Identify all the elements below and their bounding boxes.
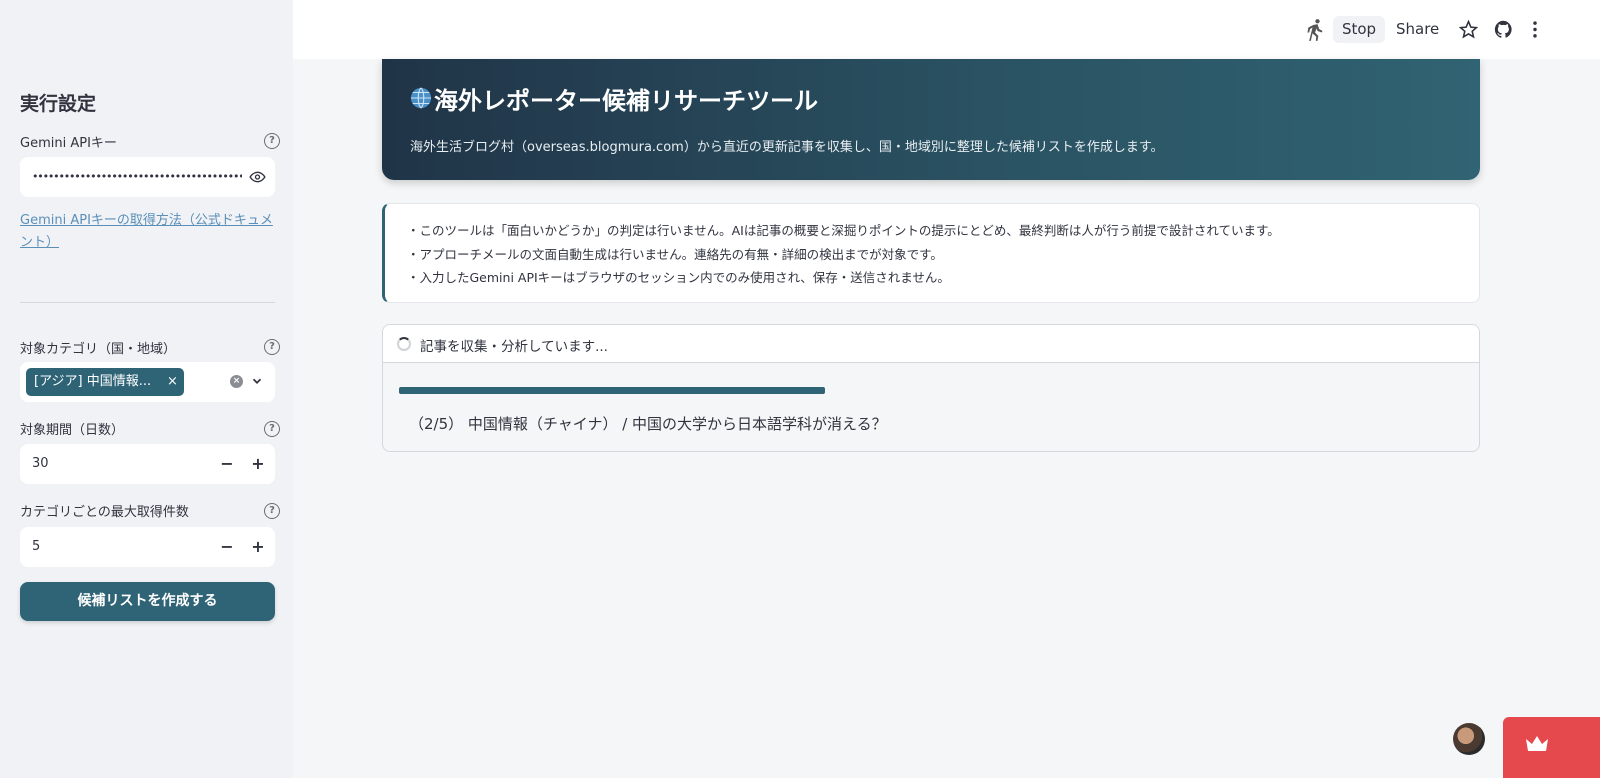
category-multiselect[interactable]: [アジア] 中国情報... × × bbox=[20, 362, 275, 402]
spinner-icon bbox=[397, 337, 411, 351]
period-increment-button[interactable]: + bbox=[248, 453, 268, 475]
help-icon[interactable]: ? bbox=[264, 503, 280, 519]
top-toolbar: Stop Share bbox=[293, 0, 1600, 59]
notice-line: ・アプローチメールの文面自動生成は行いません。連絡先の有無・詳細の検出までが対象… bbox=[407, 247, 943, 262]
period-value[interactable]: 30 bbox=[32, 456, 49, 471]
api-key-value: ••••••••••••••••••••••••••••••••••••••••… bbox=[32, 170, 242, 183]
status-header[interactable]: 記事を収集・分析しています... bbox=[383, 325, 1479, 363]
period-number-input[interactable]: 30 − + bbox=[20, 444, 275, 484]
max-items-value[interactable]: 5 bbox=[32, 539, 40, 554]
help-icon[interactable]: ? bbox=[264, 133, 280, 149]
chip-remove-icon[interactable]: × bbox=[167, 368, 178, 396]
api-key-label: Gemini APIキー bbox=[20, 136, 117, 151]
progress-bar bbox=[399, 387, 1463, 394]
status-label: 記事を収集・分析しています... bbox=[420, 339, 608, 355]
category-chip-label: [アジア] 中国情報... bbox=[34, 374, 152, 389]
api-key-input[interactable]: ••••••••••••••••••••••••••••••••••••••••… bbox=[20, 157, 275, 197]
github-icon[interactable] bbox=[1494, 20, 1513, 39]
more-vertical-icon[interactable] bbox=[1531, 20, 1539, 39]
period-label: 対象期間（日数） bbox=[20, 423, 125, 438]
avatar[interactable] bbox=[1453, 723, 1485, 755]
max-items-increment-button[interactable]: + bbox=[248, 536, 268, 558]
hero-banner: 海外レポーター候補リサーチツール 海外生活ブログ村（overseas.blogm… bbox=[382, 59, 1480, 180]
notice-box: ・このツールは「面白いかどうか」の判定は行いません。AIは記事の概要と深掘りポイ… bbox=[382, 203, 1480, 303]
max-items-label: カテゴリごとの最大取得件数 bbox=[20, 505, 189, 520]
category-label: 対象カテゴリ（国・地域） bbox=[20, 342, 177, 357]
chevron-down-icon[interactable] bbox=[250, 374, 264, 388]
max-items-number-input[interactable]: 5 − + bbox=[20, 527, 275, 567]
crown-icon bbox=[1526, 736, 1548, 751]
streamlit-badge-button[interactable] bbox=[1503, 717, 1600, 778]
globe-icon bbox=[410, 87, 432, 109]
share-button[interactable]: Share bbox=[1396, 16, 1439, 43]
sidebar-title: 実行設定 bbox=[20, 93, 97, 115]
page-subtitle: 海外生活ブログ村（overseas.blogmura.com）から直近の更新記事… bbox=[410, 140, 1164, 155]
status-panel: 記事を収集・分析しています... （2/5） 中国情報（チャイナ） / 中国の大… bbox=[382, 324, 1480, 452]
clear-icon[interactable]: × bbox=[230, 375, 243, 388]
create-list-button[interactable]: 候補リストを作成する bbox=[20, 582, 275, 621]
sidebar: 実行設定 Gemini APIキー ? ••••••••••••••••••••… bbox=[0, 0, 293, 778]
api-doc-link[interactable]: Gemini APIキーの取得方法（公式ドキュメント） bbox=[20, 210, 280, 254]
max-items-decrement-button[interactable]: − bbox=[217, 536, 237, 558]
notice-line: ・入力したGemini APIキーはブラウザのセッション内でのみ使用され、保存・… bbox=[407, 270, 950, 285]
star-icon[interactable] bbox=[1459, 20, 1478, 39]
stop-button[interactable]: Stop bbox=[1333, 16, 1385, 43]
progress-text: （2/5） 中国情報（チャイナ） / 中国の大学から日本語学科が消える？ bbox=[409, 415, 887, 433]
eye-icon[interactable] bbox=[249, 169, 266, 185]
help-icon[interactable]: ? bbox=[264, 421, 280, 437]
period-decrement-button[interactable]: − bbox=[217, 453, 237, 475]
running-man-icon bbox=[1307, 19, 1323, 41]
category-chip: [アジア] 中国情報... × bbox=[26, 368, 184, 396]
help-icon[interactable]: ? bbox=[264, 339, 280, 355]
sidebar-divider bbox=[20, 302, 275, 303]
page-title: 海外レポーター候補リサーチツール bbox=[434, 87, 818, 115]
progress-fill bbox=[399, 387, 825, 394]
notice-line: ・このツールは「面白いかどうか」の判定は行いません。AIは記事の概要と深掘りポイ… bbox=[407, 223, 1280, 238]
